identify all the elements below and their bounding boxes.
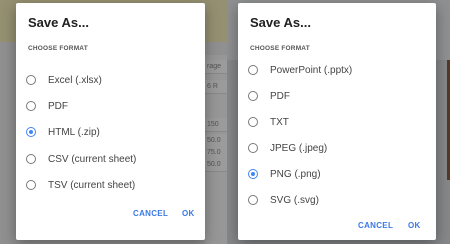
option-label: Excel (.xlsx) [48, 74, 102, 86]
left-screen: rage 6 R 150 50.0 75.0 50.0 Save As... C… [0, 0, 227, 244]
section-label: CHOOSE FORMAT [28, 45, 88, 52]
format-option-pdf[interactable]: PDF [26, 96, 201, 116]
radio-unchecked-icon[interactable] [26, 75, 36, 85]
save-as-dialog: Save As... CHOOSE FORMAT Excel (.xlsx) P… [16, 3, 205, 240]
radio-unchecked-icon[interactable] [26, 154, 36, 164]
right-screen: Save As... CHOOSE FORMAT PowerPoint (.pp… [227, 0, 450, 244]
radio-unchecked-icon[interactable] [26, 101, 36, 111]
format-option-html[interactable]: HTML (.zip) [26, 122, 201, 142]
format-option-png[interactable]: PNG (.png) [248, 164, 423, 184]
option-label: SVG (.svg) [270, 194, 319, 206]
radio-checked-icon[interactable] [248, 169, 258, 179]
option-label: PowerPoint (.pptx) [270, 64, 353, 76]
dialog-title: Save As... [250, 15, 311, 30]
format-option-pdf[interactable]: PDF [248, 86, 423, 106]
radio-unchecked-icon[interactable] [248, 143, 258, 153]
option-label: PNG (.png) [270, 168, 321, 180]
radio-unchecked-icon[interactable] [248, 91, 258, 101]
option-label: JPEG (.jpeg) [270, 142, 328, 154]
radio-unchecked-icon[interactable] [248, 65, 258, 75]
ok-button[interactable]: OK [408, 221, 421, 230]
radio-checked-icon[interactable] [26, 127, 36, 137]
option-label: HTML (.zip) [48, 126, 100, 138]
option-label: PDF [48, 100, 68, 112]
format-option-pptx[interactable]: PowerPoint (.pptx) [248, 60, 423, 80]
format-option-csv[interactable]: CSV (current sheet) [26, 149, 201, 169]
radio-unchecked-icon[interactable] [248, 117, 258, 127]
radio-unchecked-icon[interactable] [248, 195, 258, 205]
option-label: PDF [270, 90, 290, 102]
option-label: CSV (current sheet) [48, 153, 137, 165]
format-option-tsv[interactable]: TSV (current sheet) [26, 175, 201, 195]
cancel-button[interactable]: CANCEL [358, 221, 393, 230]
option-label: TXT [270, 116, 289, 128]
dialog-title: Save As... [28, 15, 89, 30]
option-label: TSV (current sheet) [48, 179, 136, 191]
format-option-txt[interactable]: TXT [248, 112, 423, 132]
format-option-xlsx[interactable]: Excel (.xlsx) [26, 70, 201, 90]
save-as-dialog: Save As... CHOOSE FORMAT PowerPoint (.pp… [238, 3, 436, 240]
format-option-svg[interactable]: SVG (.svg) [248, 190, 423, 210]
format-option-jpeg[interactable]: JPEG (.jpeg) [248, 138, 423, 158]
section-label: CHOOSE FORMAT [250, 45, 310, 52]
radio-unchecked-icon[interactable] [26, 180, 36, 190]
ok-button[interactable]: OK [182, 209, 195, 218]
cancel-button[interactable]: CANCEL [133, 209, 168, 218]
